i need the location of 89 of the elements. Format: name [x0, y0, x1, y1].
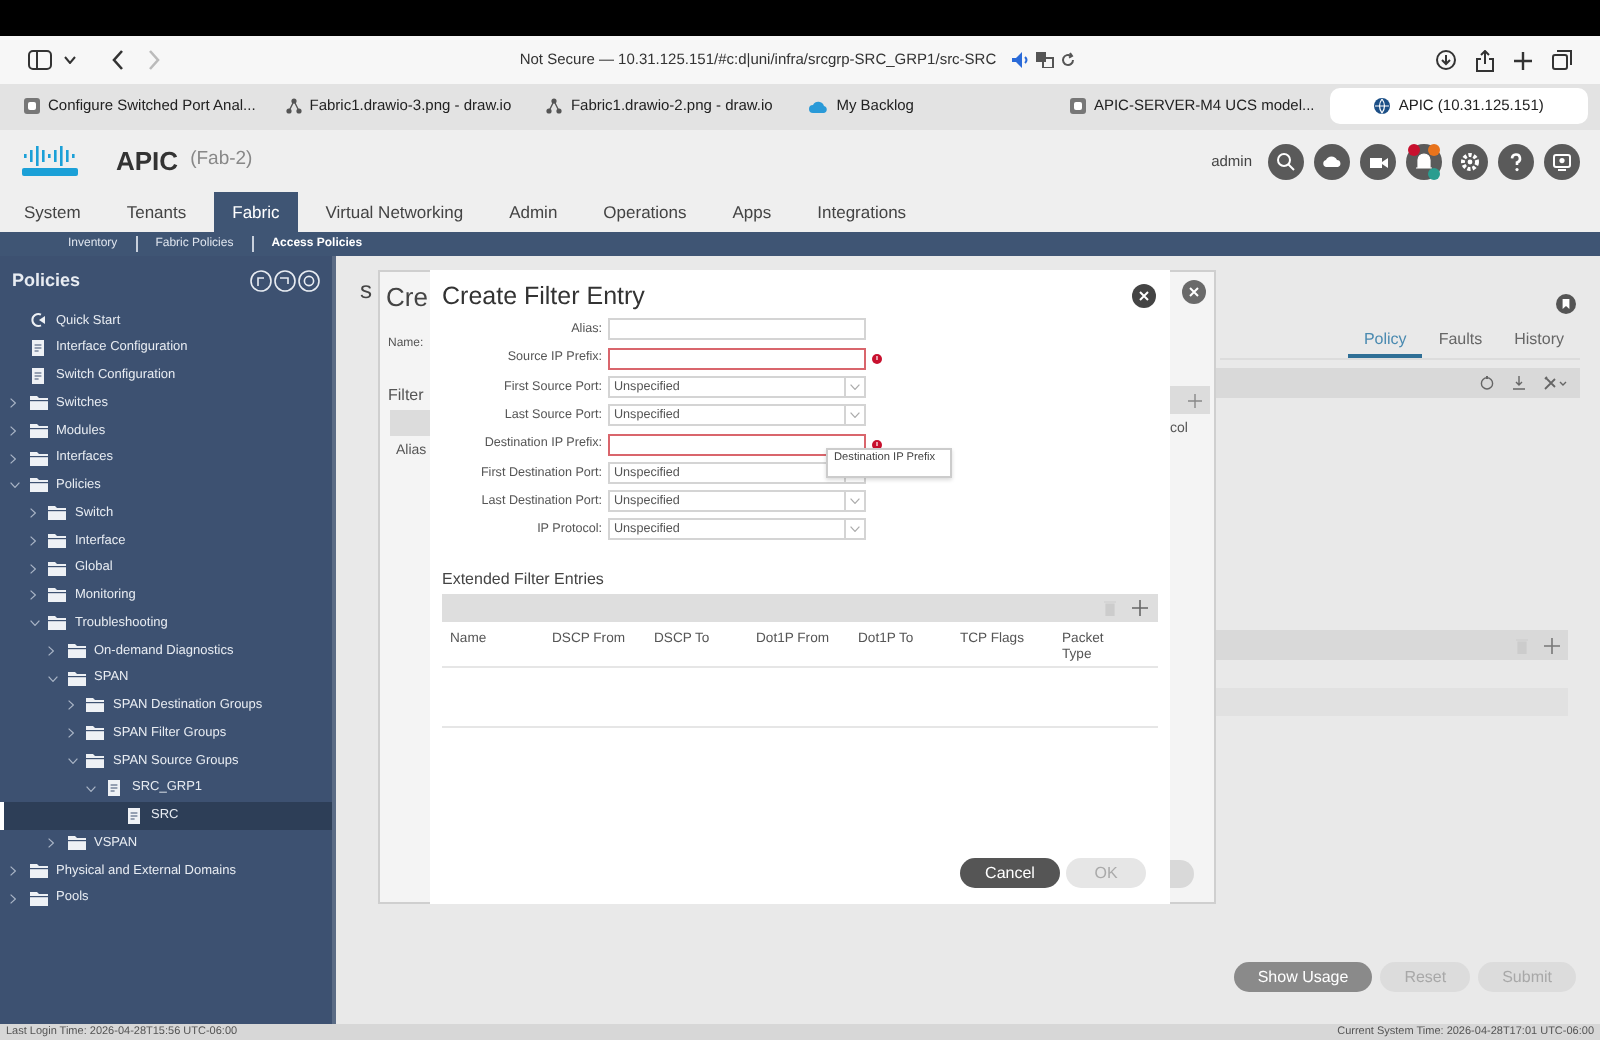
- text-field[interactable]: [608, 347, 866, 370]
- nav-tab[interactable]: Tenants: [108, 192, 205, 232]
- tabs-icon[interactable]: [1552, 50, 1572, 70]
- close-icon[interactable]: [1132, 284, 1156, 309]
- dialog-title: Create Filter Entry: [442, 280, 645, 314]
- app-title: APIC: [116, 143, 179, 180]
- folder-icon: [48, 588, 66, 603]
- section-title: Extended Filter Entries: [442, 568, 606, 593]
- nav-tab[interactable]: Virtual Networking: [307, 192, 482, 232]
- table-toolbar: [390, 409, 432, 435]
- folder-icon: [67, 643, 85, 658]
- chevron-right-icon[interactable]: [10, 398, 16, 409]
- chevron-down-icon: [850, 526, 860, 533]
- nodes-icon: [546, 98, 563, 114]
- cloud-icon: [808, 99, 829, 113]
- bell-icon[interactable]: [1406, 143, 1442, 179]
- document-icon: [32, 367, 44, 384]
- nav-tab[interactable]: Admin: [491, 192, 576, 232]
- error-icon: [872, 353, 882, 364]
- dialog-button[interactable]: Cancel: [960, 858, 1060, 888]
- chevron-down-icon[interactable]: [64, 56, 76, 64]
- monitor-icon[interactable]: [1544, 143, 1580, 179]
- share-icon[interactable]: [1476, 49, 1494, 71]
- folder-icon: [48, 533, 66, 548]
- chevron-right-icon[interactable]: [10, 425, 16, 436]
- chevron-right-icon[interactable]: [67, 728, 73, 739]
- folder-icon: [29, 396, 47, 411]
- chevron-right-icon[interactable]: [29, 563, 35, 574]
- chevron-right-icon[interactable]: [29, 508, 35, 519]
- nav-tab[interactable]: Operations: [585, 192, 705, 232]
- chevron-right-icon[interactable]: [29, 535, 35, 546]
- folder-icon: [29, 451, 47, 466]
- chevron-right-icon[interactable]: [48, 645, 54, 656]
- folder-icon: [67, 671, 85, 686]
- folder-icon: [29, 478, 47, 493]
- plus-icon[interactable]: [1514, 51, 1532, 69]
- cloud-icon[interactable]: [1314, 143, 1350, 179]
- page-icon: [1069, 98, 1086, 114]
- camera-icon[interactable]: [1360, 143, 1396, 179]
- download-icon[interactable]: [1436, 50, 1456, 70]
- chevron-right-icon[interactable]: [29, 590, 35, 601]
- document-icon: [32, 340, 44, 357]
- folder-icon: [29, 863, 47, 878]
- nav-tab[interactable]: Fabric: [214, 192, 298, 232]
- settings-icon[interactable]: [1452, 143, 1488, 179]
- fabric-name: (Fab-2): [190, 146, 253, 175]
- nodes-icon: [285, 98, 302, 114]
- close-icon[interactable]: [1182, 280, 1206, 304]
- chevron-down-icon: [850, 412, 860, 419]
- chevron-right-icon[interactable]: [67, 700, 73, 711]
- folder-icon: [48, 616, 66, 631]
- folder-icon: [86, 698, 104, 713]
- chevron-down-icon: [850, 383, 860, 390]
- help-icon[interactable]: [1498, 143, 1534, 179]
- page-tab[interactable]: History: [1498, 326, 1580, 358]
- search-icon[interactable]: [1268, 143, 1304, 179]
- folder-icon: [86, 753, 104, 768]
- speaker-icon[interactable]: [1012, 52, 1031, 68]
- folder-icon: [48, 561, 66, 576]
- folder-icon: [48, 506, 66, 521]
- sidebar-title: Policies: [12, 268, 81, 294]
- text-field[interactable]: [608, 433, 866, 456]
- page-icon: [24, 98, 40, 114]
- nav-tab[interactable]: System: [6, 192, 99, 232]
- start-icon: [30, 312, 46, 329]
- chevron-right-icon[interactable]: [10, 453, 16, 464]
- chevron-right-icon[interactable]: [10, 865, 16, 876]
- folder-icon: [67, 836, 85, 851]
- back-icon[interactable]: [112, 50, 124, 70]
- page-title: s: [360, 274, 372, 308]
- page-tab[interactable]: Faults: [1422, 326, 1499, 358]
- folder-icon: [29, 423, 47, 438]
- logo-icon: [20, 145, 80, 177]
- nav-tab[interactable]: Apps: [714, 192, 790, 232]
- chevron-down-icon: [850, 498, 860, 505]
- globe-icon: [1374, 98, 1391, 114]
- chevron-right-icon[interactable]: [48, 838, 54, 849]
- reload-icon[interactable]: [1060, 52, 1077, 68]
- bookmark-icon[interactable]: [1556, 294, 1576, 314]
- folder-icon: [86, 726, 104, 741]
- sidebar-icon[interactable]: [28, 50, 52, 70]
- section-title: Filter: [386, 383, 426, 407]
- document-icon: [127, 807, 139, 824]
- sync-icon[interactable]: [298, 270, 320, 293]
- folder-icon: [29, 891, 47, 906]
- chevron-right-icon[interactable]: [10, 893, 16, 904]
- dialog-title: Cre: [384, 280, 430, 316]
- nav-tab[interactable]: Integrations: [799, 192, 925, 232]
- document-icon: [108, 780, 120, 797]
